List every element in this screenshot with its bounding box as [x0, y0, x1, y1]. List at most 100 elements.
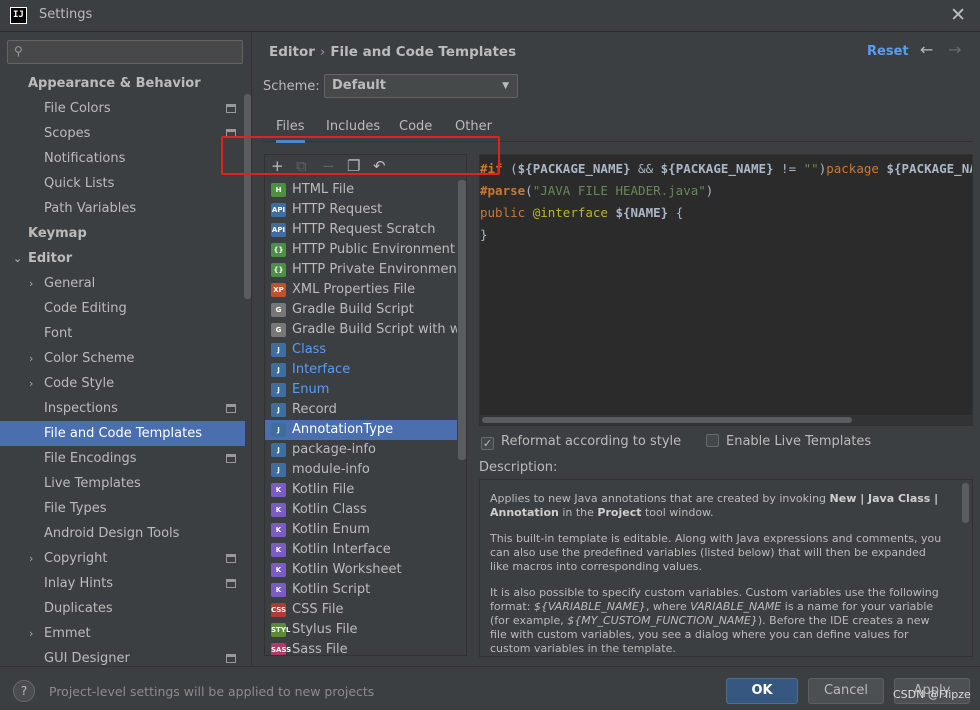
tab-includes[interactable]: Includes: [326, 119, 380, 134]
sidebar-item[interactable]: File and Code Templates: [0, 421, 245, 446]
template-list-item[interactable]: CSS CSS File: [265, 600, 457, 620]
code-token: public: [480, 205, 533, 220]
sidebar-item[interactable]: Scopes: [0, 121, 245, 146]
search-input[interactable]: ⚲: [7, 40, 243, 64]
template-label: AnnotationType: [292, 422, 394, 437]
tab-code[interactable]: Code: [399, 119, 432, 134]
template-list-item[interactable]: API HTTP Request: [265, 200, 457, 220]
template-list-item[interactable]: G Gradle Build Script with wrapper: [265, 320, 457, 340]
template-list-item[interactable]: G Gradle Build Script: [265, 300, 457, 320]
template-list-item[interactable]: H HTML File: [265, 180, 457, 200]
template-list-item[interactable]: SASS Sass File: [265, 640, 457, 655]
template-list-item[interactable]: STYL Stylus File: [265, 620, 457, 640]
reformat-checkbox[interactable]: ✓ Reformat according to style: [481, 434, 681, 450]
sidebar-item[interactable]: › Emmet: [0, 621, 245, 646]
sidebar-item[interactable]: Notifications: [0, 146, 245, 171]
template-label: Kotlin Script: [292, 582, 371, 597]
sidebar-item[interactable]: Appearance & Behavior: [0, 71, 245, 96]
template-list-item[interactable]: J Enum: [265, 380, 457, 400]
description-label: Description:: [479, 460, 558, 475]
template-list-scrollbar[interactable]: [458, 180, 466, 460]
sidebar-item[interactable]: › General: [0, 271, 245, 296]
file-type-icon: K: [271, 583, 286, 597]
template-list-item[interactable]: K Kotlin Enum: [265, 520, 457, 540]
sidebar-item[interactable]: Code Editing: [0, 296, 245, 321]
chevron-down-icon[interactable]: ⌄: [13, 246, 22, 271]
sidebar-item[interactable]: › Code Style: [0, 371, 245, 396]
template-list-item[interactable]: J Record: [265, 400, 457, 420]
reformat-label: Reformat according to style: [501, 434, 682, 449]
sidebar-item[interactable]: Inspections: [0, 396, 245, 421]
sidebar-item[interactable]: Duplicates: [0, 596, 245, 621]
sidebar-item[interactable]: Android Design Tools: [0, 521, 245, 546]
template-list-item[interactable]: Jmodule-info: [265, 460, 457, 480]
chevron-right-icon[interactable]: ›: [29, 271, 33, 296]
sidebar-item[interactable]: Keymap: [0, 221, 245, 246]
ok-button[interactable]: OK: [726, 678, 798, 704]
chevron-right-icon[interactable]: ›: [29, 371, 33, 396]
tab-other[interactable]: Other: [455, 119, 492, 134]
file-type-icon: J: [271, 343, 286, 357]
description-scrollbar[interactable]: [962, 483, 969, 523]
template-list-item[interactable]: K Kotlin Interface: [265, 540, 457, 560]
reset-link[interactable]: Reset: [867, 44, 909, 59]
live-templates-checkbox[interactable]: Enable Live Templates: [706, 434, 871, 449]
sidebar-item[interactable]: File Types: [0, 496, 245, 521]
file-type-icon: J: [271, 443, 286, 457]
template-editor[interactable]: #if (${PACKAGE_NAME} && ${PACKAGE_NAME} …: [479, 154, 973, 426]
chevron-right-icon[interactable]: ›: [29, 546, 33, 571]
file-type-icon: API: [271, 203, 286, 217]
template-list-item[interactable]: {} HTTP Public Environment File: [265, 240, 457, 260]
close-icon[interactable]: ✕: [950, 4, 966, 26]
sidebar-item-label: Copyright: [44, 551, 108, 566]
sidebar-item[interactable]: File Colors: [0, 96, 245, 121]
sidebar-item[interactable]: Inlay Hints: [0, 571, 245, 596]
template-list-item[interactable]: K Kotlin Script: [265, 580, 457, 600]
description-paragraph: Applies to new Java annotations that are…: [490, 492, 942, 520]
code-token: ${PACKAGE_NAME}: [517, 161, 631, 176]
chevron-right-icon[interactable]: ›: [29, 621, 33, 646]
template-label: XML Properties File: [292, 282, 416, 297]
template-list-item[interactable]: K Kotlin File: [265, 480, 457, 500]
sidebar-item[interactable]: › Copyright: [0, 546, 245, 571]
sidebar-item[interactable]: Live Templates: [0, 471, 245, 496]
description-text: VARIABLE_NAME: [690, 600, 782, 613]
template-list-item[interactable]: {} HTTP Private Environment File: [265, 260, 457, 280]
back-arrow-icon[interactable]: ←: [920, 40, 933, 59]
project-scope-icon: [226, 654, 236, 663]
template-label: HTTP Public Environment File: [292, 242, 457, 257]
sidebar-item[interactable]: Quick Lists: [0, 171, 245, 196]
settings-content: Editor › File and Code Templates Reset ← →…: [253, 32, 980, 666]
description-text: in the: [558, 506, 598, 519]
code-line: #parse("JAVA FILE HEADER.java"): [480, 180, 713, 202]
chevron-right-icon[interactable]: ›: [29, 346, 33, 371]
sidebar-item[interactable]: ⌄ Editor: [0, 246, 245, 271]
template-list-item[interactable]: J AnnotationType: [265, 420, 457, 440]
template-list-item[interactable]: J Interface: [265, 360, 457, 380]
template-label: HTTP Private Environment File: [292, 262, 457, 277]
template-list-item[interactable]: Jpackage-info: [265, 440, 457, 460]
sidebar-item[interactable]: GUI Designer: [0, 646, 245, 666]
sidebar-item-label: Quick Lists: [44, 176, 115, 191]
scheme-dropdown[interactable]: Default ▼: [324, 74, 518, 98]
sidebar-item[interactable]: › Color Scheme: [0, 346, 245, 371]
sidebar-item-label: Appearance & Behavior: [28, 76, 201, 91]
description-text: , where: [645, 600, 691, 613]
help-icon[interactable]: ?: [13, 680, 35, 702]
forward-arrow-icon[interactable]: →: [948, 40, 961, 59]
sidebar-scrollbar[interactable]: [244, 94, 251, 299]
sidebar-item[interactable]: Font: [0, 321, 245, 346]
template-list-item[interactable]: K Kotlin Worksheet: [265, 560, 457, 580]
project-scope-icon: [226, 554, 236, 563]
template-list-item[interactable]: K Kotlin Class: [265, 500, 457, 520]
template-list-item[interactable]: XP XML Properties File: [265, 280, 457, 300]
sidebar-item[interactable]: Path Variables: [0, 196, 245, 221]
template-list-item[interactable]: J Class: [265, 340, 457, 360]
code-token: {: [668, 205, 684, 220]
editor-horizontal-scrollbar[interactable]: [480, 415, 972, 425]
cancel-button[interactable]: Cancel: [808, 678, 884, 704]
window-title: Settings: [39, 7, 93, 22]
sidebar-item[interactable]: File Encodings: [0, 446, 245, 471]
template-list-item[interactable]: API HTTP Request Scratch: [265, 220, 457, 240]
file-type-icon: {}: [271, 263, 286, 277]
